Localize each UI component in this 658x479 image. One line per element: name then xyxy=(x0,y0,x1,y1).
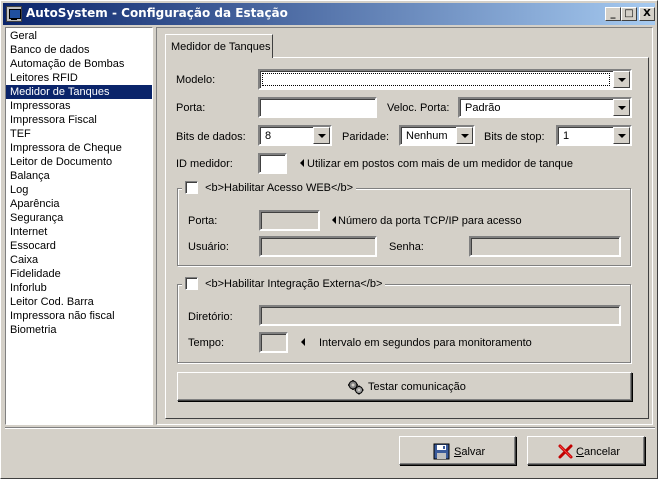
web-porta-input[interactable] xyxy=(259,210,320,231)
modelo-label: Modelo: xyxy=(176,74,216,86)
bits-dados-value: 8 xyxy=(265,130,272,142)
sidebar-item-geral[interactable]: Geral xyxy=(6,29,152,43)
id-medidor-hint: Utilizar em postos com mais de um medido… xyxy=(307,158,573,170)
app-icon[interactable] xyxy=(6,6,22,22)
integration-header: <b>Habilitar Integração Externa</b> xyxy=(182,277,386,292)
left-arrow-hint-icon xyxy=(332,216,336,224)
sidebar-item-balanca[interactable]: Balança xyxy=(6,169,152,183)
web-usuario-label: Usuário: xyxy=(188,241,229,253)
config-category-list[interactable]: Geral Banco de dados Automação de Bombas… xyxy=(5,27,153,425)
left-arrow-hint-icon xyxy=(300,159,304,167)
dropdown-arrow-icon[interactable] xyxy=(613,71,630,88)
bits-stop-value: 1 xyxy=(563,130,570,142)
web-porta-hint: Número da porta TCP/IP para acesso xyxy=(338,215,522,227)
bits-stop-select[interactable]: 1 xyxy=(556,125,632,146)
tempo-input[interactable] xyxy=(259,332,288,353)
paridade-value: Nenhum xyxy=(406,130,448,142)
save-label: Salvar xyxy=(454,446,486,458)
web-senha-input[interactable] xyxy=(469,236,621,257)
sidebar-item-leitor-de-documento[interactable]: Leitor de Documento xyxy=(6,155,152,169)
tempo-hint: Intervalo em segundos para monitoramento xyxy=(319,337,532,349)
sidebar-item-impressora-fiscal[interactable]: Impressora Fiscal xyxy=(6,113,152,127)
diretorio-label: Diretório: xyxy=(188,311,233,323)
web-porta-label: Porta: xyxy=(188,215,218,227)
title-bar[interactable]: AutoSystem - Configuração da Estação _ □… xyxy=(3,3,655,25)
web-usuario-input[interactable] xyxy=(259,236,377,257)
bottom-separator xyxy=(5,427,655,429)
sidebar-item-impressoras[interactable]: Impressoras xyxy=(6,99,152,113)
web-access-header: <b>Habilitar Acesso WEB</b> xyxy=(182,181,357,196)
porta-label: Porta: xyxy=(176,102,206,114)
porta-input[interactable] xyxy=(258,97,377,118)
sidebar-item-impressora-de-cheque[interactable]: Impressora de Cheque xyxy=(6,141,152,155)
sidebar-item-impressora-nao-fiscal[interactable]: Impressora não fiscal xyxy=(6,309,152,323)
sidebar-item-tef[interactable]: TEF xyxy=(6,127,152,141)
focus-rect xyxy=(262,73,610,86)
sidebar-item-fidelidade[interactable]: Fidelidade xyxy=(6,267,152,281)
minimize-button[interactable]: _ xyxy=(605,7,621,21)
red-x-icon xyxy=(558,444,573,459)
web-access-checkbox-label[interactable]: <b>Habilitar Acesso WEB</b> xyxy=(205,182,353,194)
modelo-select[interactable] xyxy=(258,69,632,90)
left-arrow-hint-icon xyxy=(301,338,305,346)
tab-medidor-de-tanques[interactable]: Medidor de Tanques xyxy=(165,34,273,58)
sidebar-item-medidor-de-tanques[interactable]: Medidor de Tanques xyxy=(6,85,152,99)
bits-dados-label: Bits de dados: xyxy=(176,131,246,143)
veloc-porta-value: Padrão xyxy=(465,102,501,114)
paridade-label: Paridade: xyxy=(342,131,390,143)
dropdown-arrow-icon[interactable] xyxy=(613,99,630,116)
paridade-select[interactable]: Nenhum xyxy=(399,125,475,146)
floppy-disk-icon xyxy=(433,443,450,460)
id-medidor-input[interactable] xyxy=(258,153,287,174)
sidebar-item-essocard[interactable]: Essocard xyxy=(6,239,152,253)
integration-checkbox-label[interactable]: <b>Habilitar Integração Externa</b> xyxy=(205,278,382,290)
save-button[interactable]: Salvar xyxy=(399,436,516,465)
integration-checkbox[interactable] xyxy=(185,277,198,290)
test-communication-label: Testar comunicação xyxy=(368,381,466,393)
sidebar-item-internet[interactable]: Internet xyxy=(6,225,152,239)
gears-icon xyxy=(348,380,364,395)
sidebar-item-caixa[interactable]: Caixa xyxy=(6,253,152,267)
sidebar-item-automacao-de-bombas[interactable]: Automação de Bombas xyxy=(6,57,152,71)
cancel-button[interactable]: Cancelar xyxy=(527,436,645,465)
diretorio-input[interactable] xyxy=(259,305,621,326)
sidebar-item-seguranca[interactable]: Segurança xyxy=(6,211,152,225)
veloc-porta-label: Veloc. Porta: xyxy=(387,102,450,114)
bits-dados-select[interactable]: 8 xyxy=(258,125,332,146)
sidebar-item-banco-de-dados[interactable]: Banco de dados xyxy=(6,43,152,57)
close-button[interactable]: X xyxy=(639,7,655,21)
bits-stop-label: Bits de stop: xyxy=(484,131,545,143)
window-title: AutoSystem - Configuração da Estação xyxy=(26,6,288,20)
test-communication-button[interactable]: Testar comunicação xyxy=(177,372,632,401)
id-medidor-label: ID medidor: xyxy=(176,158,233,170)
sidebar-item-leitor-cod-barra[interactable]: Leitor Cod. Barra xyxy=(6,295,152,309)
dropdown-arrow-icon[interactable] xyxy=(313,127,330,144)
maximize-button[interactable]: □ xyxy=(621,7,637,21)
tempo-label: Tempo: xyxy=(188,337,225,349)
dropdown-arrow-icon[interactable] xyxy=(613,127,630,144)
dropdown-arrow-icon[interactable] xyxy=(456,127,473,144)
main-window: AutoSystem - Configuração da Estação _ □… xyxy=(0,0,658,479)
sidebar-item-aparencia[interactable]: Aparência xyxy=(6,197,152,211)
veloc-porta-select[interactable]: Padrão xyxy=(458,97,632,118)
cancel-label: Cancelar xyxy=(576,446,621,458)
web-access-checkbox[interactable] xyxy=(185,181,198,194)
sidebar-item-biometria[interactable]: Biometria xyxy=(6,323,152,337)
web-senha-label: Senha: xyxy=(389,241,424,253)
sidebar-item-leitores-rfid[interactable]: Leitores RFID xyxy=(6,71,152,85)
sidebar-item-log[interactable]: Log xyxy=(6,183,152,197)
sidebar-item-inforlub[interactable]: Inforlub xyxy=(6,281,152,295)
